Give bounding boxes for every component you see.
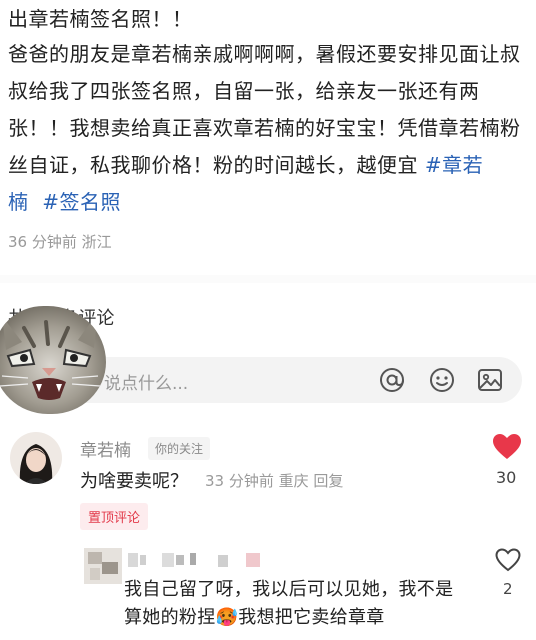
image-icon[interactable] — [476, 366, 504, 394]
reply-author-blurred[interactable] — [128, 549, 278, 571]
avatar[interactable] — [10, 432, 62, 484]
pixelated-name-icon — [128, 553, 260, 567]
emoji-icon[interactable] — [428, 366, 456, 394]
comment-meta[interactable]: 33 分钟前 重庆 回复 — [205, 470, 343, 491]
post-body: 爸爸的朋友是章若楠亲戚啊啊啊，暑假还要安排见面让叔叔给我了四张签名照，自留一张，… — [8, 36, 530, 221]
post-meta: 36 分钟前 浙江 — [8, 233, 112, 251]
heart-outline-icon[interactable] — [495, 548, 521, 572]
comment-author[interactable]: 章若楠 — [80, 436, 131, 461]
comment-text: 为啥要卖呢？ — [80, 471, 188, 492]
reply-avatar[interactable] — [84, 548, 122, 584]
pinned-badge: 置顶评论 — [80, 503, 149, 530]
at-icon[interactable] — [378, 366, 406, 394]
following-badge: 你的关注 — [148, 437, 211, 460]
user-avatar-icon — [10, 432, 62, 484]
like-count: 30 — [496, 468, 517, 487]
blurred-avatar-icon — [84, 548, 122, 584]
section-divider — [0, 275, 536, 283]
post: 出章若楠签名照！！ 爸爸的朋友是章若楠亲戚啊啊啊，暑假还要安排见面让叔叔给我了四… — [8, 4, 530, 252]
hashtag-link[interactable]: #签名照 — [42, 190, 121, 214]
comment-input-bar[interactable]: 说点什么... — [44, 357, 522, 403]
comment-input-placeholder[interactable]: 说点什么... — [104, 369, 188, 394]
reply-text: 我自己留了呀，我以后可以见她，我不是算她的粉捏🥵我想把它卖给章章 — [124, 579, 454, 628]
reply-like-count: 2 — [503, 580, 513, 598]
heart-icon[interactable] — [492, 433, 522, 461]
post-title: 出章若楠签名照！！ — [8, 7, 193, 31]
